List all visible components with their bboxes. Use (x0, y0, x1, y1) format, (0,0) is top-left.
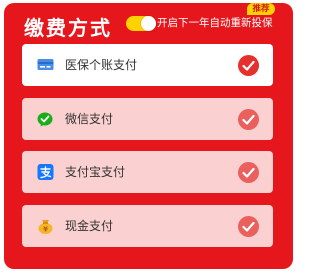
toggle-knob (141, 16, 156, 31)
payment-option-label: 微信支付 (65, 112, 114, 126)
check-icon (238, 162, 259, 183)
payment-option-label: 支付宝支付 (65, 165, 126, 179)
auto-renew-toggle[interactable] (126, 16, 156, 31)
recommend-badge: 推荐 (247, 3, 275, 15)
check-icon (238, 216, 259, 237)
section-title: 缴费方式 (24, 16, 112, 40)
svg-text:¥: ¥ (43, 226, 48, 234)
wechat-icon (37, 111, 54, 127)
cash-bag-icon: ¥ (37, 218, 54, 234)
check-icon (238, 109, 259, 130)
payment-option-alipay[interactable]: 支付宝支付 (22, 151, 273, 193)
payment-method-panel: 缴费方式 开启下一年自动重新投保 推荐 医保个账支付 微信支付 支付宝支付 ¥ … (4, 3, 293, 269)
selected-check-icon (238, 55, 259, 76)
medical-card-icon (37, 57, 54, 73)
payment-option-wechat[interactable]: 微信支付 (22, 98, 273, 140)
alipay-icon (37, 164, 54, 180)
payment-option-label: 现金支付 (65, 219, 114, 233)
auto-renew-label: 开启下一年自动重新投保 (157, 17, 273, 29)
payment-option-cash[interactable]: ¥ 现金支付 (22, 205, 273, 247)
payment-option-medical[interactable]: 医保个账支付 (22, 44, 273, 86)
payment-option-label: 医保个账支付 (65, 58, 138, 72)
